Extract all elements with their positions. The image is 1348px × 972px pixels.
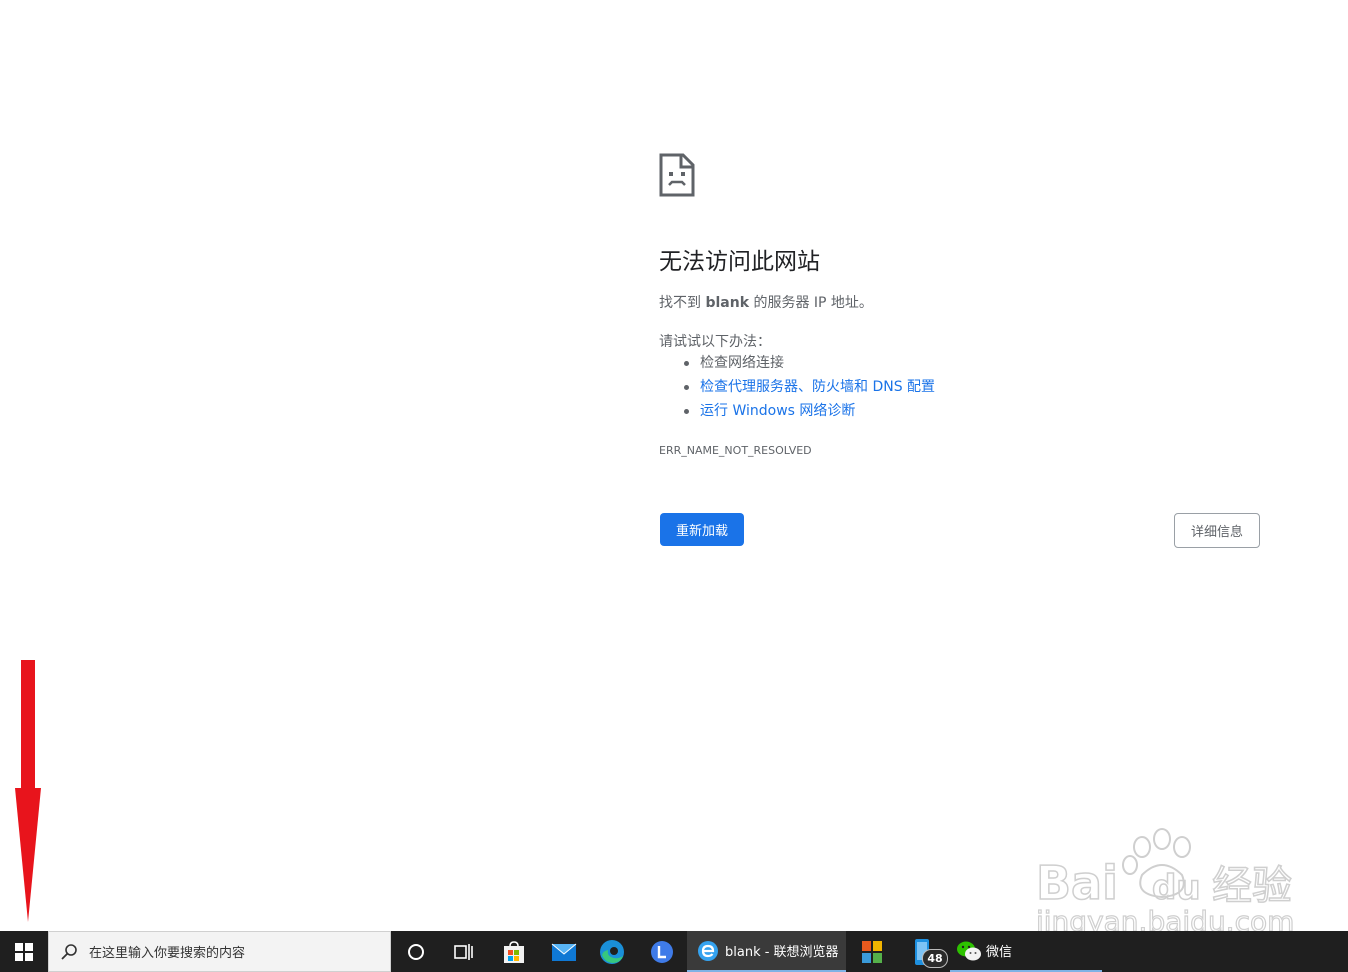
- sad-page-icon: [659, 153, 695, 197]
- search-placeholder: 在这里输入你要搜索的内容: [89, 946, 246, 961]
- lenovo-browser-icon: [698, 940, 718, 961]
- error-code: ERR_NAME_NOT_RESOLVED: [659, 444, 812, 457]
- taskbar: 在这里输入你要搜索的内容 blank - 联想浏览器 48 微信: [0, 931, 1348, 972]
- wechat-taskbar-item[interactable]: 微信: [950, 931, 1102, 972]
- taskbar-search-box[interactable]: 在这里输入你要搜索的内容: [48, 931, 391, 972]
- mail-icon: [551, 943, 577, 961]
- error-desc-suffix: 的服务器 IP 地址。: [749, 295, 873, 311]
- error-desc-prefix: 找不到: [659, 295, 706, 311]
- edge-button[interactable]: [590, 931, 634, 972]
- windows-start-icon: [15, 942, 33, 961]
- suggestions-label: 请试试以下办法：: [659, 334, 771, 350]
- app-icon: [862, 940, 882, 963]
- error-host: blank: [705, 295, 749, 311]
- task-view-button[interactable]: [442, 931, 486, 972]
- search-icon: [49, 943, 89, 961]
- store-button[interactable]: [492, 931, 536, 972]
- error-description: 找不到 blank 的服务器 IP 地址。: [659, 292, 873, 312]
- baidu-jingyan-watermark: Bai du 经验 jingyan.baidu.com: [1034, 828, 1295, 935]
- store-icon: [504, 940, 524, 963]
- reload-button[interactable]: 重新加载: [660, 513, 744, 546]
- svg-text:经验: 经验: [1212, 863, 1292, 909]
- task-view-icon: [454, 943, 473, 960]
- app-button[interactable]: [850, 931, 894, 972]
- browser-page: 无法访问此网站 找不到 blank 的服务器 IP 地址。 请试试以下办法： 检…: [0, 0, 1348, 972]
- lenovo-app-button[interactable]: [640, 931, 684, 972]
- browser-taskbar-item[interactable]: blank - 联想浏览器: [687, 931, 846, 972]
- error-title: 无法访问此网站: [659, 249, 820, 275]
- cortana-button[interactable]: [394, 931, 438, 972]
- svg-text:Bai: Bai: [1036, 856, 1118, 910]
- start-button[interactable]: [0, 931, 48, 972]
- edge-icon: [600, 939, 624, 964]
- wechat-icon: [957, 941, 981, 960]
- suggestion-check-connection: 检查网络连接: [683, 351, 935, 375]
- browser-taskbar-label: blank - 联想浏览器: [725, 945, 839, 960]
- cortana-icon: [408, 943, 424, 960]
- wechat-taskbar-label: 微信: [986, 945, 1013, 960]
- lenovo-l-icon: [651, 940, 673, 963]
- red-arrow-annotation: [15, 660, 41, 922]
- suggestions-list: 检查网络连接 检查代理服务器、防火墙和 DNS 配置 运行 Windows 网络…: [659, 351, 935, 423]
- mail-button[interactable]: [542, 931, 586, 972]
- suggestion-run-diagnostics-link[interactable]: 运行 Windows 网络诊断: [683, 399, 935, 423]
- notification-badge: 48: [922, 949, 948, 968]
- suggestion-check-proxy-link[interactable]: 检查代理服务器、防火墙和 DNS 配置: [683, 375, 935, 399]
- svg-text:du: du: [1152, 868, 1201, 908]
- details-button[interactable]: 详细信息: [1174, 513, 1260, 548]
